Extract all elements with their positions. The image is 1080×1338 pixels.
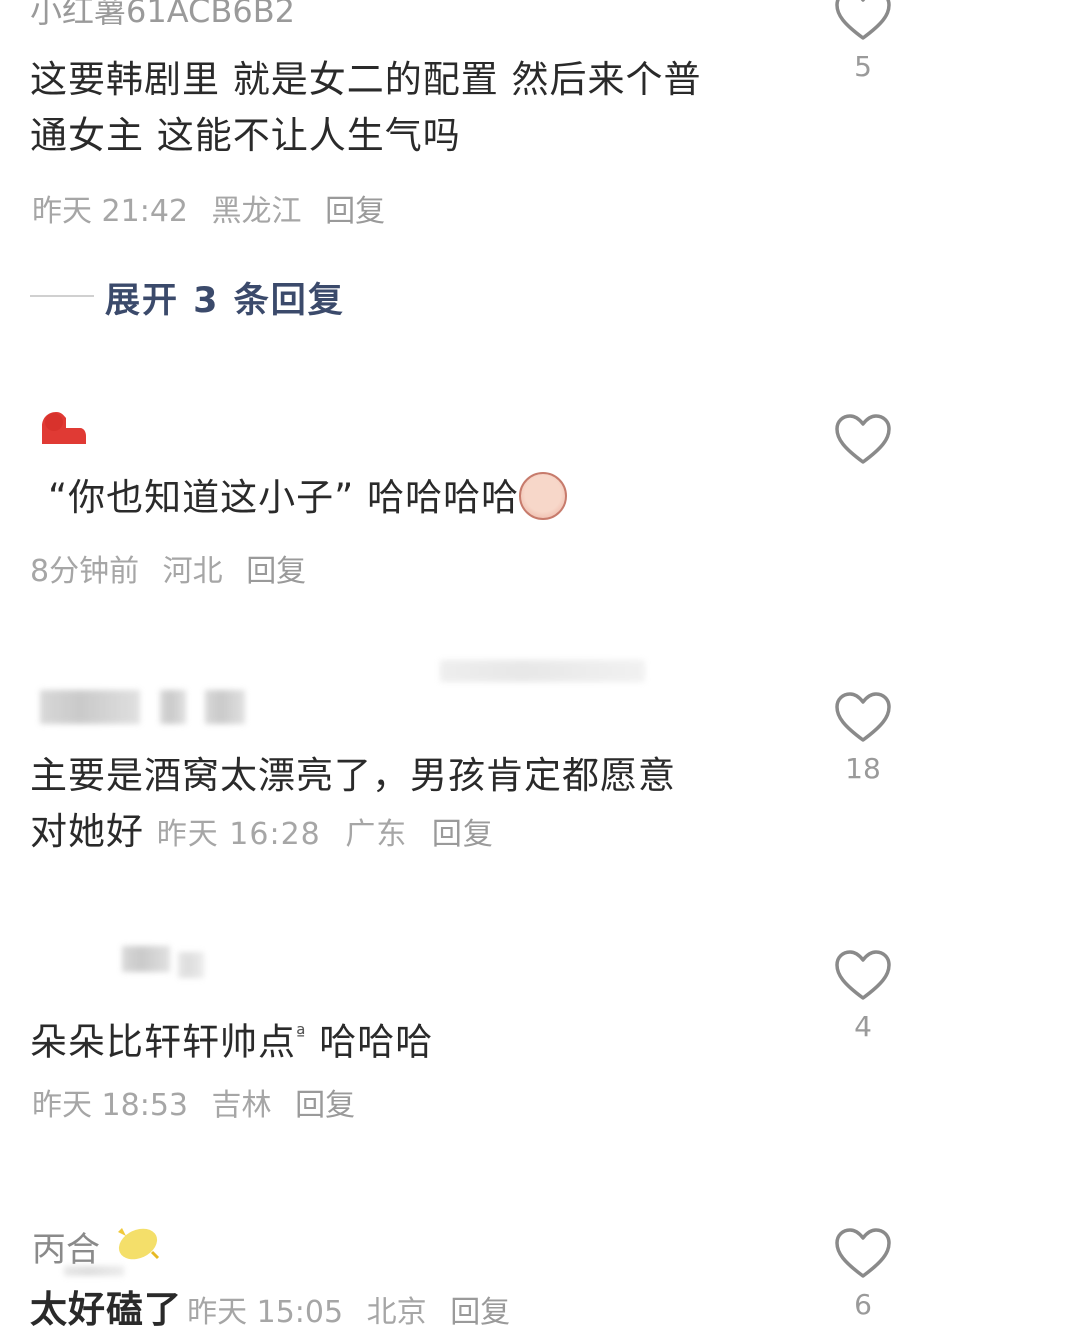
comment-text-tail: 哈哈哈 [306, 1020, 434, 1064]
heart-icon [835, 0, 891, 40]
comment-text-line: 通女主 这能不让人生气吗 [30, 114, 461, 157]
blurred-divider [440, 660, 645, 682]
comment-text-line: 对她好 [30, 810, 144, 853]
comment-row: 太好磕了 昨天 15:05 北京 回复 [30, 1282, 524, 1338]
like-count: 4 [854, 1010, 872, 1043]
comment-text-main: 朵朵比轩轩帅点 [30, 1020, 296, 1064]
like-count: 6 [854, 1288, 872, 1321]
like-button[interactable]: 18 [828, 692, 898, 785]
heart-icon [835, 692, 891, 742]
comment-text-line: 这要韩剧里 就是女二的配置 然后来个普 [30, 58, 702, 101]
crying-laughing-emoji-icon [519, 471, 568, 520]
comment-time: 昨天 18:53 [32, 1088, 188, 1123]
comment-time: 昨天 15:05 [187, 1295, 344, 1330]
sparkle-badge-icon [118, 1228, 160, 1260]
expand-divider [30, 295, 94, 297]
comment-meta: 8分钟前 河北 回复 [30, 546, 320, 590]
heart-icon [835, 1228, 891, 1278]
like-count: 5 [854, 50, 872, 83]
reply-button[interactable]: 回复 [450, 1295, 510, 1330]
comment-location: 黑龙江 [211, 194, 302, 229]
comment-time: 昨天 16:28 [156, 817, 321, 852]
comment-text: 主要是酒窝太漂亮了，男孩肯定都愿意 对她好 昨天 16:28 广东 回复 [30, 748, 810, 863]
blurred-username [205, 690, 245, 724]
comment-time: 昨天 21:42 [32, 194, 188, 229]
comment-username[interactable]: 小红薯61ACB6B2 [30, 0, 295, 32]
comment-text: 这要韩剧里 就是女二的配置 然后来个普 通女主 这能不让人生气吗 [30, 52, 810, 164]
like-button[interactable] [828, 414, 898, 466]
comment-location: 吉林 [211, 1088, 272, 1123]
heart-icon [835, 950, 891, 1000]
blurred-username[interactable] [40, 690, 140, 724]
comment-username[interactable]: 丙合 [32, 1222, 100, 1271]
comment-time: 8分钟前 [30, 554, 140, 589]
comment-location: 河北 [162, 554, 223, 589]
heart-icon [835, 414, 891, 464]
avatar[interactable] [36, 404, 88, 450]
blurred-decoration [64, 1266, 124, 1276]
comment-text-line: 主要是酒窝太漂亮了，男孩肯定都愿意 [30, 754, 676, 797]
like-button[interactable]: 6 [828, 1228, 898, 1321]
like-count: 18 [845, 752, 881, 785]
comment-text-line-with-meta: 对她好 昨天 16:28 广东 回复 [30, 804, 810, 863]
comment-location: 北京 [366, 1295, 427, 1330]
expand-replies-button[interactable]: 展开 3 条回复 [105, 272, 345, 323]
comment-meta: 昨天 18:53 吉林 回复 [32, 1080, 369, 1124]
reply-button[interactable]: 回复 [246, 554, 306, 589]
comment-text: “你也知道这小子” 哈哈哈哈 [48, 470, 808, 526]
blurred-username [160, 690, 186, 724]
comment-meta: 昨天 16:28 广东 回复 [157, 817, 508, 852]
blurred-username[interactable] [122, 946, 170, 972]
comment-meta: 昨天 15:05 北京 回复 [187, 1295, 524, 1330]
reply-button[interactable]: 回复 [432, 817, 494, 852]
like-button[interactable]: 4 [828, 950, 898, 1043]
comment-text-line: “你也知道这小子” 哈哈哈哈 [48, 476, 520, 519]
comment-text: 太好磕了 [30, 1288, 182, 1331]
comment-text: 朵朵比轩轩帅点ª 哈哈哈 [30, 1006, 810, 1070]
comment-meta: 昨天 21:42 黑龙江 回复 [32, 186, 399, 230]
reply-button[interactable]: 回复 [295, 1088, 355, 1123]
reply-button[interactable]: 回复 [325, 194, 385, 229]
comment-text-sup: ª [296, 1022, 307, 1046]
comment-location: 广东 [345, 817, 408, 852]
like-button[interactable]: 5 [828, 0, 898, 83]
blurred-username [178, 952, 204, 978]
